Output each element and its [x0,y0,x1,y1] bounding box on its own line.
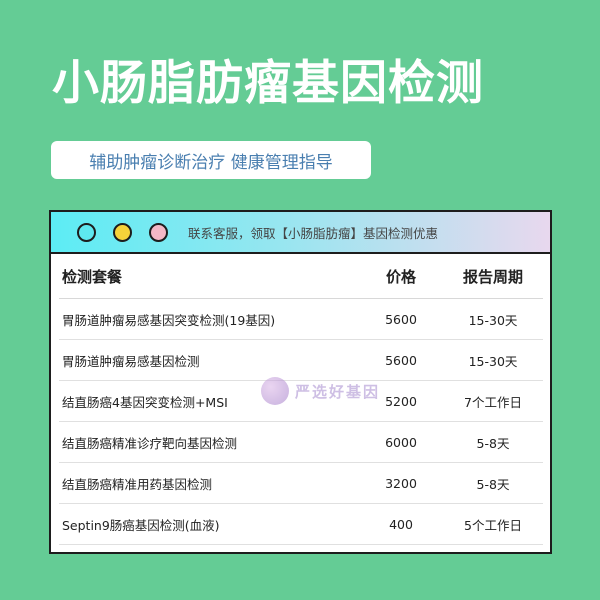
yellow-window-dot[interactable] [113,222,132,242]
cyan-window-dot[interactable] [77,222,96,242]
column-header-package: 检测套餐 [59,254,359,299]
package-name: 胃肠道肿瘤易感基因检测 [59,339,359,381]
table-row[interactable]: 结直肠癌4基因突变检测+MSI 5200 7个工作日 [59,380,543,422]
table-row[interactable]: 胃肠道肿瘤易感基因检测 5600 15-30天 [59,339,543,381]
table-row[interactable]: 结直肠癌精准诊疗靶向基因检测 6000 5-8天 [59,421,543,463]
price-value: 3200 [359,462,443,504]
price-window: 联系客服，领取【小肠脂肪瘤】基因检测优惠 检测套餐 价格 报告周期 胃肠道肿瘤易… [49,210,552,554]
price-value: 400 [359,503,443,545]
price-table: 检测套餐 价格 报告周期 胃肠道肿瘤易感基因突变检测(19基因) 5600 15… [59,254,543,545]
price-value: 6000 [359,421,443,463]
report-period: 15-30天 [443,298,543,340]
package-name: 结直肠癌精准诊疗靶向基因检测 [59,421,359,463]
package-name: Septin9肠癌基因检测(血液) [59,503,359,545]
report-period: 15-30天 [443,339,543,381]
pink-window-dot[interactable] [149,222,168,242]
price-value: 5600 [359,298,443,340]
package-name: 胃肠道肿瘤易感基因突变检测(19基因) [59,298,359,340]
table-header-row: 检测套餐 价格 报告周期 [59,254,543,299]
package-name: 结直肠癌4基因突变检测+MSI [59,380,359,422]
price-value: 5200 [359,380,443,422]
table-row[interactable]: 结直肠癌精准用药基因检测 3200 5-8天 [59,462,543,504]
window-titlebar: 联系客服，领取【小肠脂肪瘤】基因检测优惠 [51,212,550,254]
price-value: 5600 [359,339,443,381]
column-header-report-period: 报告周期 [443,254,543,299]
promo-banner-text[interactable]: 联系客服，领取【小肠脂肪瘤】基因检测优惠 [188,223,438,242]
package-name: 结直肠癌精准用药基因检测 [59,462,359,504]
subtitle-badge: 辅助肿瘤诊断治疗 健康管理指导 [51,141,371,179]
report-period: 7个工作日 [443,380,543,422]
report-period: 5-8天 [443,462,543,504]
table-row[interactable]: Septin9肠癌基因检测(血液) 400 5个工作日 [59,503,543,545]
report-period: 5-8天 [443,421,543,463]
page-title: 小肠脂肪瘤基因检测 [52,56,484,111]
column-header-price: 价格 [359,254,443,299]
subtitle-text: 辅助肿瘤诊断治疗 健康管理指导 [89,152,333,173]
table-row[interactable]: 胃肠道肿瘤易感基因突变检测(19基因) 5600 15-30天 [59,298,543,340]
report-period: 5个工作日 [443,503,543,545]
